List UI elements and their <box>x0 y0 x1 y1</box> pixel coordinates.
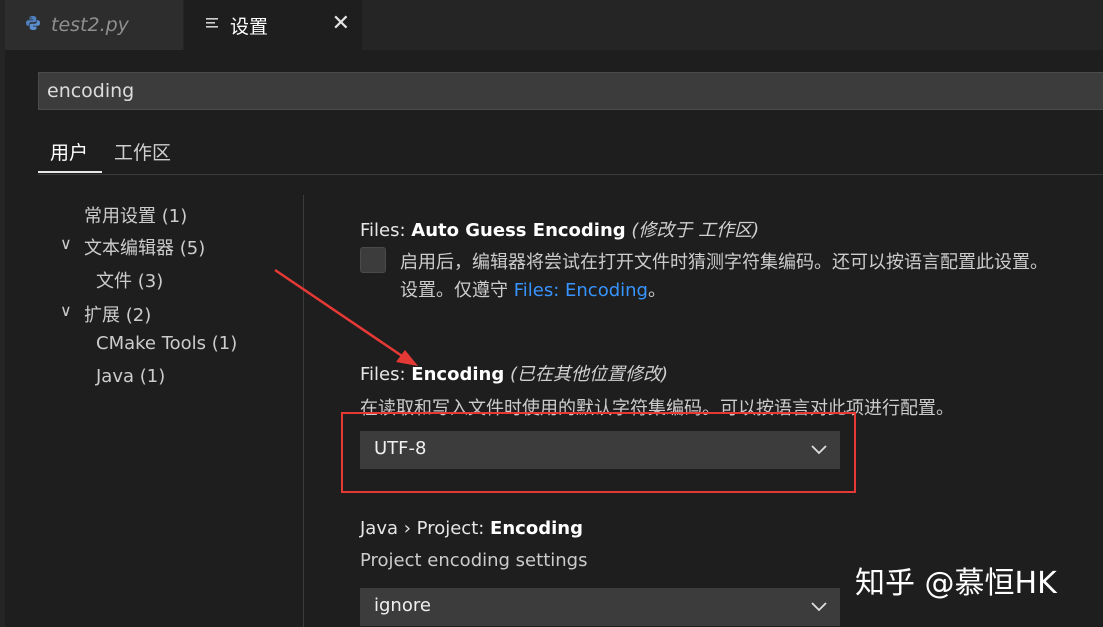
scope-tabs: 用户 工作区 <box>38 130 1103 175</box>
settings-search-box[interactable] <box>38 72 1103 110</box>
search-input[interactable] <box>47 79 947 103</box>
setting-title-java-project-encoding: Java › Project: Encoding <box>360 518 583 539</box>
toc-item-java[interactable]: Java (1) <box>96 366 165 387</box>
settings-list-icon <box>206 16 220 35</box>
toc-item-files[interactable]: 文件 (3) <box>96 267 163 293</box>
tab-workspace[interactable]: 工作区 <box>114 138 171 165</box>
modified-indicator[interactable]: (修改于 工作区) <box>631 220 759 241</box>
desc-text: 设置。仅遵守 <box>400 280 514 301</box>
tab-settings[interactable]: 设置 ✕ <box>184 0 362 50</box>
toc-divider <box>303 195 304 627</box>
files-encoding-link[interactable]: Files: Encoding <box>514 280 648 301</box>
editor-tab-bar: test2.py 设置 ✕ <box>0 0 1103 50</box>
chevron-down-icon[interactable]: ∨ <box>60 234 72 253</box>
chevron-down-icon[interactable]: ∨ <box>60 301 72 320</box>
setting-name: Encoding <box>411 364 505 385</box>
auto-guess-encoding-checkbox[interactable] <box>360 247 386 273</box>
toc-item-extensions[interactable]: 扩展 (2) <box>84 301 151 327</box>
setting-name: Encoding <box>490 518 583 539</box>
dropdown-value: ignore <box>374 595 431 616</box>
active-tab-underline <box>38 171 102 173</box>
tab-label: test2.py <box>51 14 129 36</box>
tab-test2-py[interactable]: test2.py <box>5 0 183 50</box>
setting-title-files-encoding: Files: Encoding (已在其他位置修改) <box>360 360 668 386</box>
watermark: 知乎 @慕恒HK <box>855 566 1057 601</box>
toc-item-common[interactable]: 常用设置 (1) <box>84 202 187 228</box>
setting-category: Files: <box>360 220 412 241</box>
chevron-down-icon <box>810 596 828 620</box>
modified-indicator[interactable]: (已在其他位置修改) <box>510 364 668 385</box>
close-icon[interactable]: ✕ <box>332 11 350 37</box>
setting-description: Project encoding settings <box>360 550 588 571</box>
tab-label: 设置 <box>230 15 269 38</box>
toc-item-text-editor[interactable]: 文本编辑器 (5) <box>84 234 205 260</box>
tab-user[interactable]: 用户 <box>50 138 88 165</box>
python-icon <box>25 15 41 35</box>
setting-title-auto-guess-encoding: Files: Auto Guess Encoding (修改于 工作区) <box>360 216 759 242</box>
desc-text: 。 <box>647 280 666 301</box>
red-annotation-box <box>341 412 856 493</box>
setting-name: Auto Guess Encoding <box>411 220 626 241</box>
toc-item-cmake-tools[interactable]: CMake Tools (1) <box>96 333 237 354</box>
setting-description-line2: 设置。仅遵守 Files: Encoding。 <box>400 276 666 302</box>
java-encoding-dropdown[interactable]: ignore <box>360 588 840 626</box>
activity-strip <box>0 50 5 627</box>
setting-category: Files: <box>360 364 412 385</box>
setting-description: 启用后，编辑器将尝试在打开文件时猜测字符集编码。还可以按语言配置此设置。 <box>400 252 1048 273</box>
setting-category: Java › Project: <box>360 518 491 539</box>
